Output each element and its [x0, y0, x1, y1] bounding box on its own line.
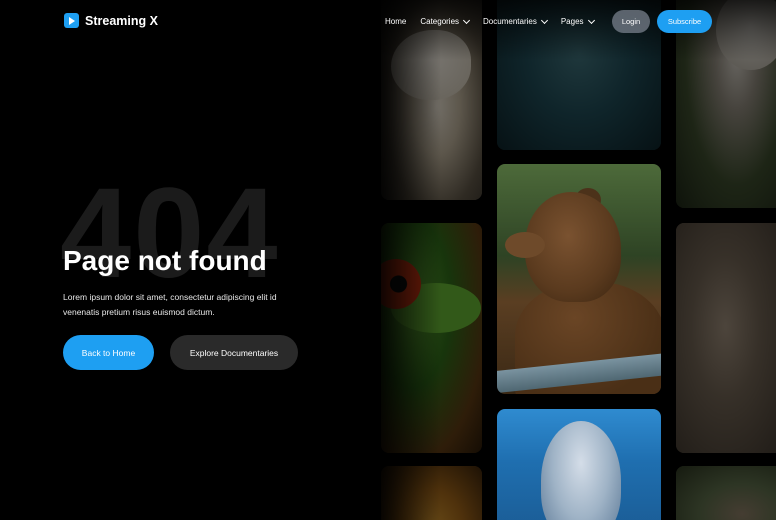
nav-item-pages[interactable]: Pages	[560, 16, 595, 26]
gallery-tile-driftwood[interactable]	[676, 223, 776, 453]
main-nav: Home Categories Documentaries Pages	[385, 10, 608, 33]
chevron-down-icon	[587, 16, 595, 24]
polar-bear-image	[391, 30, 471, 100]
play-logo-icon	[64, 13, 79, 28]
brand-logo[interactable]: Streaming X	[64, 13, 158, 28]
nav-item-label: Home	[385, 17, 407, 26]
gallery-tile-brown-bear[interactable]	[497, 164, 661, 394]
subscribe-button[interactable]: Subscribe	[657, 10, 712, 33]
gallery-tile-tree-frog[interactable]	[381, 223, 482, 453]
back-to-home-button[interactable]: Back to Home	[63, 335, 154, 370]
chevron-down-icon	[462, 16, 471, 24]
dolphin-image	[541, 421, 621, 520]
nav-item-documentaries[interactable]: Documentaries	[483, 16, 548, 26]
bear-snout-image	[505, 232, 545, 258]
nav-item-label: Pages	[560, 17, 584, 26]
nav-item-label: Documentaries	[483, 17, 537, 26]
frog-eye-image	[381, 259, 421, 309]
explore-documentaries-button[interactable]: Explore Documentaries	[170, 335, 298, 370]
frog-body-image	[391, 283, 481, 333]
brand-name: Streaming X	[85, 13, 158, 28]
chevron-down-icon	[540, 16, 548, 24]
nav-item-label: Categories	[420, 17, 460, 26]
error-code-watermark: 404	[60, 162, 280, 305]
page-description: Lorem ipsum dolor sit amet, consectetur …	[63, 292, 277, 317]
owl-image	[716, 0, 776, 70]
login-button[interactable]: Login	[612, 10, 650, 33]
nav-item-home[interactable]: Home	[385, 17, 406, 26]
nav-item-categories[interactable]: Categories	[420, 16, 471, 26]
photo-gallery	[381, 0, 776, 520]
gallery-tile-monkey[interactable]	[676, 466, 776, 520]
gallery-tile-lion[interactable]	[381, 466, 482, 520]
page-title: Page not found	[63, 245, 267, 276]
gallery-tile-dolphin[interactable]	[497, 409, 661, 520]
